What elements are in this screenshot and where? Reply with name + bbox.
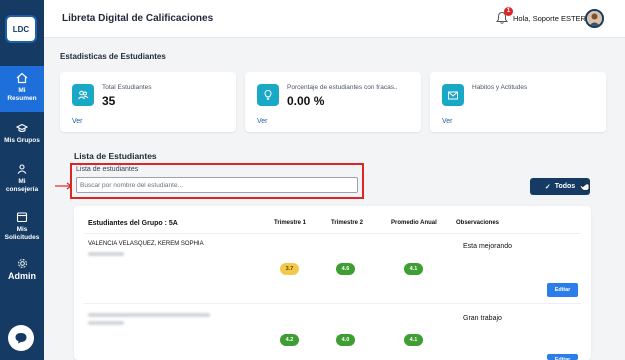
sidebar-item-mis-solicitudes[interactable]: Mis Solicitudes	[0, 211, 44, 245]
stat-card-total: Total Estudiantes 35 Ver	[60, 72, 236, 132]
arrow-right-icon	[55, 182, 72, 190]
header-promedio-anual: Promedio Anual	[391, 220, 437, 226]
chat-button[interactable]	[8, 325, 34, 351]
sidebar-item-mis-grupos[interactable]: Mis Grupos	[0, 122, 44, 148]
redacted-text	[88, 321, 124, 325]
users-icon	[72, 84, 94, 106]
header-observaciones: Observaciones	[456, 220, 500, 226]
filter-label: Todos	[554, 183, 576, 190]
sidebar-item-admin[interactable]: Admin	[0, 258, 44, 284]
nav-label: consejería	[5, 186, 39, 193]
table-divider	[84, 303, 581, 304]
search-label: Lista de estudiantes	[76, 166, 139, 173]
stat-card-habits: Habitos y Actitudes Ver	[430, 72, 606, 132]
avatar-image	[587, 11, 602, 26]
stat-value: 35	[102, 94, 116, 108]
header-trimestre-1: Trimestre 1	[274, 220, 307, 226]
home-icon	[16, 72, 28, 84]
header-trimestre-2: Trimestre 2	[331, 220, 364, 226]
stat-view-link[interactable]: Ver	[72, 118, 83, 125]
stat-value: 0.00 %	[287, 94, 325, 108]
nav-label: Resumen	[7, 95, 37, 102]
lightbulb-icon	[257, 84, 279, 106]
edit-button[interactable]: Editar	[547, 283, 578, 297]
nav-label: Mi	[18, 178, 26, 185]
grade-badge: 4.1	[404, 334, 423, 346]
notification-badge: 1	[504, 7, 513, 16]
stat-view-link[interactable]: Ver	[442, 118, 453, 125]
graduation-cap-icon	[16, 123, 28, 133]
user-greeting[interactable]: Hola, Soporte ESTER	[513, 14, 586, 23]
chat-bubble-icon	[15, 333, 27, 344]
logo-text: LDC	[12, 24, 30, 34]
observation-text[interactable]: Gran trabajo	[463, 315, 502, 322]
users-icon	[17, 164, 27, 174]
stat-view-link[interactable]: Ver	[257, 118, 268, 125]
app-title: Libreta Digital de Calificaciones	[62, 13, 214, 24]
nav-label: Solicitudes	[4, 234, 40, 241]
search-input[interactable]	[76, 177, 358, 193]
edit-button[interactable]: Editar	[547, 354, 578, 360]
observation-text[interactable]: Esta mejorando	[463, 243, 512, 250]
sidebar-item-mi-resumen[interactable]: Mi Resumen	[0, 66, 44, 112]
envelope-icon	[442, 84, 464, 106]
stat-label: Porcentaje de estudiantes con fracas..	[287, 84, 398, 91]
nav-label: Mis	[16, 226, 28, 233]
avatar[interactable]	[585, 9, 604, 28]
nav-label: Admin	[8, 271, 36, 281]
check-icon: ✓	[544, 183, 551, 191]
app-logo[interactable]: LDC	[5, 15, 37, 43]
header-group: Estudiantes del Grupo : 5A	[88, 220, 178, 227]
grade-badge: 4.2	[280, 334, 299, 346]
stat-label: Habitos y Actitudes	[472, 84, 528, 91]
calendar-icon	[16, 212, 28, 223]
stat-card-percentage: Porcentaje de estudiantes con fracas.. 0…	[245, 72, 421, 132]
redacted-text	[88, 313, 210, 317]
hand-cursor-icon	[579, 180, 590, 191]
sidebar: LDC Mi Resumen Mis Grupos Mi consejería …	[0, 0, 44, 360]
redacted-text	[88, 252, 124, 256]
sidebar-item-mi-consejeria[interactable]: Mi consejería	[0, 163, 44, 197]
stat-label: Total Estudiantes	[102, 84, 152, 91]
nav-label: Mis Grupos	[4, 137, 40, 144]
gear-icon	[17, 259, 27, 268]
student-name: VALENCIA VELASQUEZ, KEREM SOPHIA	[88, 241, 204, 247]
stats-title: Estadisticas de Estudiantes	[60, 52, 166, 61]
student-list-title: Lista de Estudiantes	[74, 151, 157, 161]
grade-badge: 4.6	[336, 263, 355, 275]
nav-label: Mi	[18, 87, 26, 94]
grade-badge: 4.0	[336, 334, 355, 346]
table-divider	[84, 233, 581, 234]
grade-badge: 3.7	[280, 263, 299, 275]
grade-badge: 4.1	[404, 263, 423, 275]
top-bar: Libreta Digital de Calificaciones 1 Hola…	[44, 0, 625, 38]
students-table	[74, 206, 591, 360]
